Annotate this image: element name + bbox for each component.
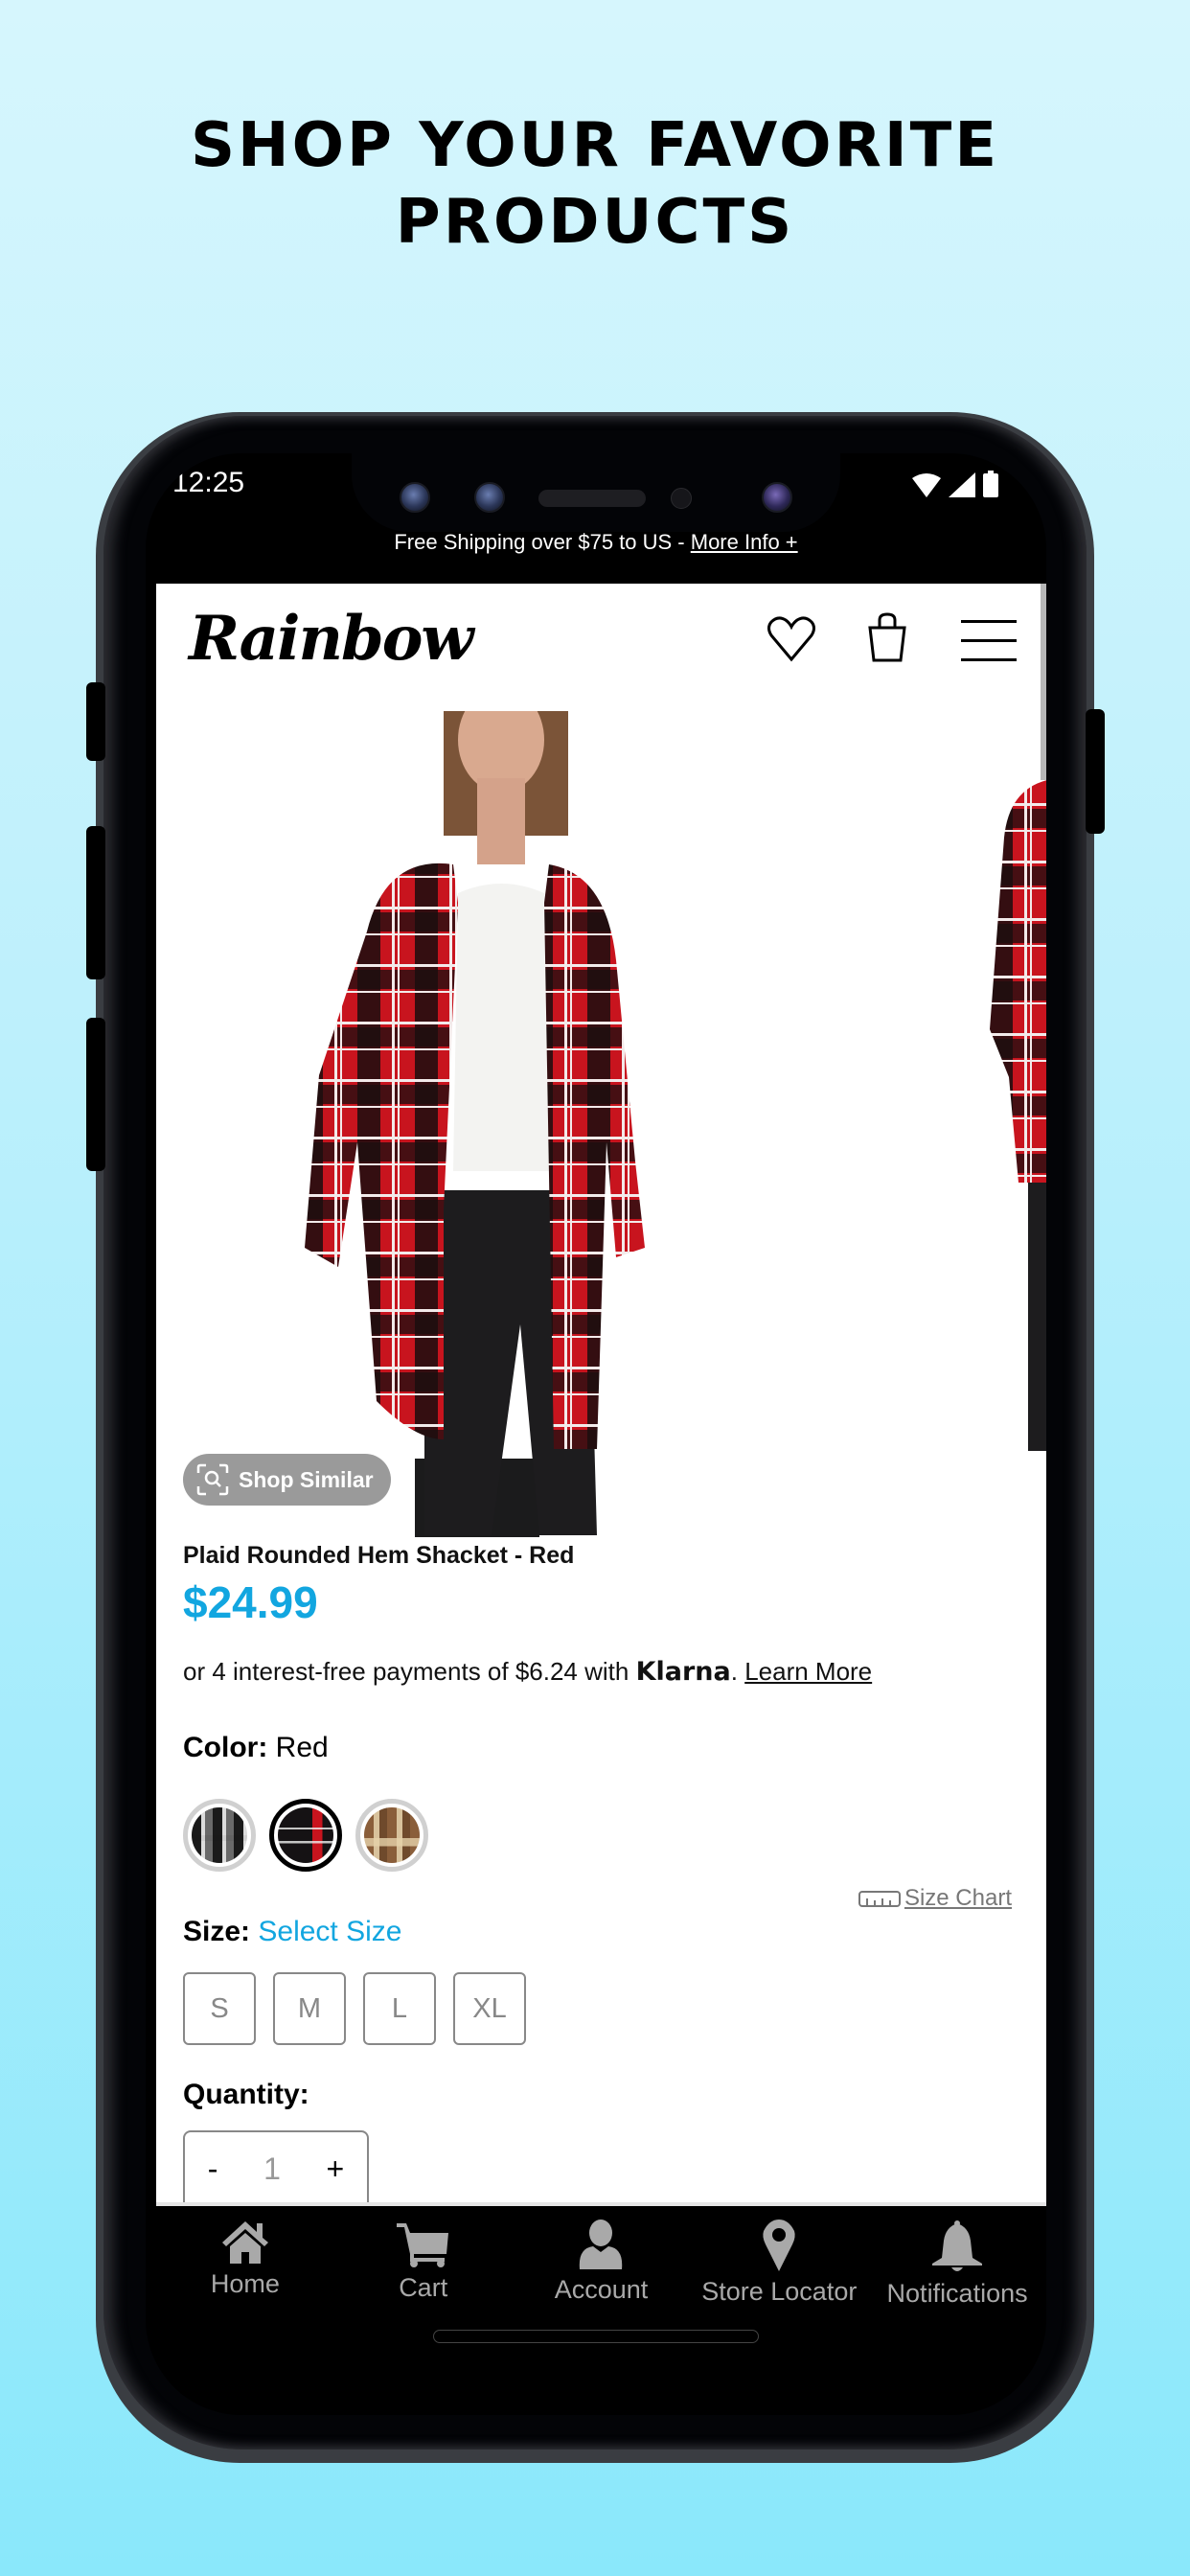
phone-power-button <box>1086 709 1105 834</box>
quantity-label: Quantity: <box>183 2079 309 2110</box>
heart-icon[interactable] <box>767 616 816 662</box>
phone-side-button <box>86 826 105 979</box>
klarna-message: or 4 interest-free payments of $6.24 wit… <box>183 1657 872 1687</box>
nav-item-cart[interactable]: Cart <box>334 2206 513 2317</box>
nav-label-account: Account <box>554 2275 649 2304</box>
bottom-nav: Home Cart Account Store Locator Notifica… <box>156 2202 1046 2317</box>
product-photo <box>305 711 645 1537</box>
home-icon <box>221 2221 268 2264</box>
product-page: Rainbow Shop Similar Plaid Rounded Hem S… <box>156 584 1046 2202</box>
account-icon <box>580 2220 623 2269</box>
product-photo <box>990 780 1046 1451</box>
wifi-icon <box>912 473 941 497</box>
size-label-title: Size: <box>183 1916 251 1947</box>
quantity-decrement-button[interactable]: - <box>208 2151 218 2202</box>
color-swatches <box>183 1799 428 1872</box>
product-price: $24.99 <box>183 1577 318 1627</box>
proximity-sensor <box>671 488 692 509</box>
home-indicator[interactable] <box>433 2330 759 2343</box>
scrollbar[interactable] <box>1041 584 1046 780</box>
swatch-image <box>278 1807 333 1863</box>
klarna-logo: Klarna <box>635 1657 731 1687</box>
swatch-image <box>192 1807 247 1863</box>
shop-similar-button[interactable]: Shop Similar <box>183 1454 391 1506</box>
camera-icon <box>474 482 505 513</box>
promo-banner: Free Shipping over $75 to US - More Info… <box>146 530 1046 555</box>
size-button-xl[interactable]: XL <box>453 1972 526 2045</box>
swatch-brown[interactable] <box>355 1799 428 1872</box>
map-pin-icon <box>763 2220 795 2271</box>
phone-side-button <box>86 1018 105 1171</box>
nav-label-cart: Cart <box>399 2273 448 2302</box>
hamburger-menu-icon[interactable] <box>961 620 1017 662</box>
size-options: S M L XL <box>183 1972 526 2045</box>
phone-screen: 12:25 Free Shipping over $75 to US - Mor… <box>146 453 1046 2415</box>
cellular-signal-icon <box>949 472 975 497</box>
status-time: 12:25 <box>172 467 245 498</box>
headline-line-1: SHOP YOUR FAVORITE <box>190 110 1000 181</box>
promo-headline: SHOP YOUR FAVORITE PRODUCTS <box>0 107 1190 261</box>
quantity-increment-button[interactable]: + <box>326 2151 344 2202</box>
quantity-stepper: - 1 + <box>183 2130 369 2202</box>
color-label-title: Color: <box>183 1732 268 1763</box>
shopping-bag-icon[interactable] <box>867 612 907 662</box>
product-title: Plaid Rounded Hem Shacket - Red <box>183 1542 575 1569</box>
visual-search-icon <box>196 1463 229 1496</box>
selected-color: Red <box>275 1732 329 1763</box>
size-label: Size: Select Size <box>183 1916 401 1948</box>
swatch-black-white[interactable] <box>183 1799 256 1872</box>
rainbow-logo[interactable]: Rainbow <box>189 603 473 675</box>
nav-item-home[interactable]: Home <box>156 2206 334 2317</box>
camera-notch <box>352 453 840 532</box>
product-image[interactable] <box>300 711 702 1537</box>
ruler-icon <box>858 1891 901 1907</box>
headline-line-2: PRODUCTS <box>395 187 795 258</box>
phone-side-button <box>86 682 105 761</box>
quantity-value[interactable]: 1 <box>263 2151 281 2202</box>
swatch-red[interactable] <box>269 1799 342 1872</box>
shop-similar-label: Shop Similar <box>239 1466 374 1492</box>
promo-banner-text: Free Shipping over $75 to US - <box>394 530 691 554</box>
next-product-image[interactable] <box>990 780 1046 1451</box>
color-label: Color: Red <box>183 1732 329 1764</box>
cart-icon <box>396 2223 448 2267</box>
learn-more-link[interactable]: Learn More <box>744 1657 872 1686</box>
nav-item-account[interactable]: Account <box>513 2206 691 2317</box>
battery-icon <box>983 471 998 497</box>
speaker-grille <box>538 490 646 507</box>
nav-label-store-locator: Store Locator <box>701 2277 858 2306</box>
camera-icon <box>400 482 430 513</box>
swatch-image <box>364 1807 420 1863</box>
size-button-l[interactable]: L <box>363 1972 436 2045</box>
selected-size: Select Size <box>258 1916 402 1947</box>
size-chart-link[interactable]: Size Chart <box>858 1885 1012 1912</box>
more-info-link[interactable]: More Info + <box>691 530 798 554</box>
nav-item-store-locator[interactable]: Store Locator <box>690 2206 868 2317</box>
nav-label-notifications: Notifications <box>886 2279 1028 2308</box>
klarna-suffix: . <box>730 1657 745 1686</box>
nav-item-notifications[interactable]: Notifications <box>868 2206 1046 2317</box>
nav-label-home: Home <box>210 2269 280 2298</box>
status-icons <box>912 471 998 497</box>
bell-icon <box>932 2220 983 2271</box>
size-button-s[interactable]: S <box>183 1972 256 2045</box>
camera-icon <box>762 482 792 513</box>
klarna-text: or 4 interest-free payments of $6.24 wit… <box>183 1657 636 1686</box>
size-chart-label: Size Chart <box>904 1885 1012 1911</box>
size-button-m[interactable]: M <box>273 1972 346 2045</box>
